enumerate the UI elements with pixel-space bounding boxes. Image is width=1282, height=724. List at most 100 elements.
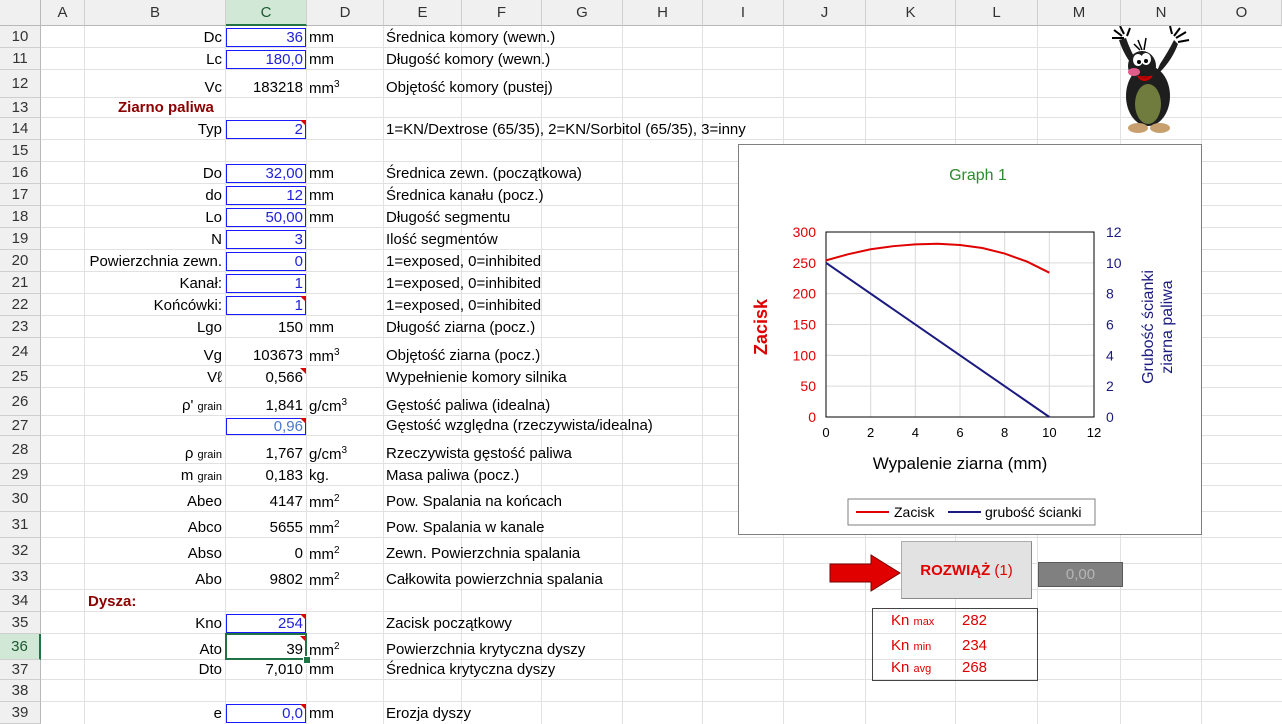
column-header-g[interactable]: G (542, 0, 623, 26)
param-input-10[interactable]: 36 (226, 28, 306, 47)
param-value-12[interactable]: 183218 (226, 79, 303, 96)
column-header-i[interactable]: I (703, 0, 784, 26)
param-input-17[interactable]: 12 (226, 186, 306, 205)
column-header-k[interactable]: K (866, 0, 956, 26)
param-description-18: Długość segmentu (386, 209, 511, 226)
param-value-26[interactable]: 1,841 (226, 397, 303, 414)
param-input-19[interactable]: 3 (226, 230, 306, 249)
row-header-22[interactable]: 22 (0, 294, 41, 316)
graph-1-chart[interactable]: Graph 1 0 2 4 6 8 10 12 0 50 100 150 200 250 300 0 2 4 6 8 1… (738, 144, 1202, 535)
column-header-m[interactable]: M (1038, 0, 1121, 26)
param-value-23[interactable]: 150 (226, 319, 303, 336)
param-value-25[interactable]: 0,566 (226, 369, 303, 386)
y-tick-label: 0 (808, 409, 816, 425)
row-header-36[interactable]: 36 (0, 634, 41, 660)
row-header-30[interactable]: 30 (0, 486, 41, 512)
param-label-text: m (180, 467, 194, 484)
row-header-25[interactable]: 25 (0, 366, 41, 388)
param-label-sub: grain (197, 449, 222, 461)
row-header-38[interactable]: 38 (0, 680, 41, 702)
param-value-33[interactable]: 9802 (226, 571, 303, 588)
param-input-27[interactable]: 0,96 (226, 418, 306, 435)
row-header-10[interactable]: 10 (0, 26, 41, 48)
column-header-j[interactable]: J (784, 0, 866, 26)
row-header-31[interactable]: 31 (0, 512, 41, 538)
row-header-28[interactable]: 28 (0, 436, 41, 464)
row-header-21[interactable]: 21 (0, 272, 41, 294)
param-description-32: Zewn. Powierzchnia spalania (386, 545, 581, 562)
param-input-11[interactable]: 180,0 (226, 50, 306, 69)
row-header-16[interactable]: 16 (0, 162, 41, 184)
row-header-13[interactable]: 13 (0, 98, 41, 118)
row-header-19[interactable]: 19 (0, 228, 41, 250)
param-value-37[interactable]: 7,010 (226, 661, 303, 678)
row-header-26[interactable]: 26 (0, 388, 41, 416)
param-description-17: Średnica kanału (pocz.) (386, 187, 544, 204)
param-input-22[interactable]: 1 (226, 296, 306, 315)
row-header-37[interactable]: 37 (0, 660, 41, 680)
row-header-34[interactable]: 34 (0, 590, 41, 612)
param-input-39[interactable]: 0,0 (226, 704, 306, 723)
param-value-29[interactable]: 0,183 (226, 467, 303, 484)
param-value-28[interactable]: 1,767 (226, 445, 303, 462)
param-unit-text: mm (309, 546, 334, 563)
param-input-18[interactable]: 50,00 (226, 208, 306, 227)
spreadsheet[interactable]: A B C D E F G H I J K L M N O 10 11 12 13 14 15 16 17 18 19 20 21 2… (0, 0, 1282, 724)
param-description-22: 1=exposed, 0=inhibited (386, 297, 542, 314)
row-header-24[interactable]: 24 (0, 338, 41, 366)
param-label-16: Do (85, 165, 222, 182)
column-header-h[interactable]: H (623, 0, 703, 26)
param-input-35[interactable]: 254 (226, 614, 306, 633)
column-header-d[interactable]: D (307, 0, 384, 26)
param-unit-text: mm (309, 642, 334, 659)
mole-mascot-image (1094, 25, 1204, 134)
select-all-corner[interactable] (0, 0, 41, 26)
gridline (41, 611, 1282, 612)
param-value-32[interactable]: 0 (226, 545, 303, 562)
param-value-30[interactable]: 4147 (226, 493, 303, 510)
param-description-39: Erozja dyszy (386, 705, 472, 722)
column-header-f[interactable]: F (462, 0, 542, 26)
row-header-12[interactable]: 12 (0, 70, 41, 98)
row-header-15[interactable]: 15 (0, 140, 41, 162)
column-header-o[interactable]: O (1202, 0, 1282, 26)
param-value-24[interactable]: 103673 (226, 347, 303, 364)
param-input-20[interactable]: 0 (226, 252, 306, 271)
kn-max-row: Kn max 282 (891, 612, 988, 629)
param-label-text: Do (202, 165, 222, 182)
row-header-18[interactable]: 18 (0, 206, 41, 228)
param-unit-30: mm2 (309, 493, 340, 511)
column-header-e[interactable]: E (384, 0, 462, 26)
column-header-b[interactable]: B (85, 0, 226, 26)
row-header-29[interactable]: 29 (0, 464, 41, 486)
column-header-a[interactable]: A (41, 0, 85, 26)
row-header-20[interactable]: 20 (0, 250, 41, 272)
row-header-17[interactable]: 17 (0, 184, 41, 206)
active-cell-selection[interactable] (225, 633, 307, 660)
row-header-32[interactable]: 32 (0, 538, 41, 564)
fill-handle[interactable] (303, 656, 311, 664)
row-header-14[interactable]: 14 (0, 118, 41, 140)
row-header-27[interactable]: 27 (0, 416, 41, 436)
column-header-c[interactable]: C (226, 0, 307, 26)
param-description-19: Ilość segmentów (386, 231, 498, 248)
param-input-14[interactable]: 2 (226, 120, 306, 139)
row-header-39[interactable]: 39 (0, 702, 41, 724)
param-unit-17: mm (309, 187, 334, 204)
row-header-23[interactable]: 23 (0, 316, 41, 338)
param-input-16[interactable]: 32,00 (226, 164, 306, 183)
series-line-0 (825, 242, 1050, 274)
column-header-l[interactable]: L (956, 0, 1038, 26)
row-header-33[interactable]: 33 (0, 564, 41, 590)
param-value-31[interactable]: 5655 (226, 519, 303, 536)
gridline (41, 679, 1282, 680)
row-header-35[interactable]: 35 (0, 612, 41, 634)
param-label-text: Powierzchnia zewn. (89, 253, 222, 270)
param-input-21[interactable]: 1 (226, 274, 306, 293)
param-unit-text: mm (309, 705, 334, 722)
column-header-n[interactable]: N (1121, 0, 1202, 26)
param-label-text: Typ (197, 121, 222, 138)
solve-button[interactable]: ROZWIĄŻ (1) (901, 541, 1032, 599)
row-header-11[interactable]: 11 (0, 48, 41, 70)
kn-min-row: Kn min 234 (891, 637, 988, 654)
